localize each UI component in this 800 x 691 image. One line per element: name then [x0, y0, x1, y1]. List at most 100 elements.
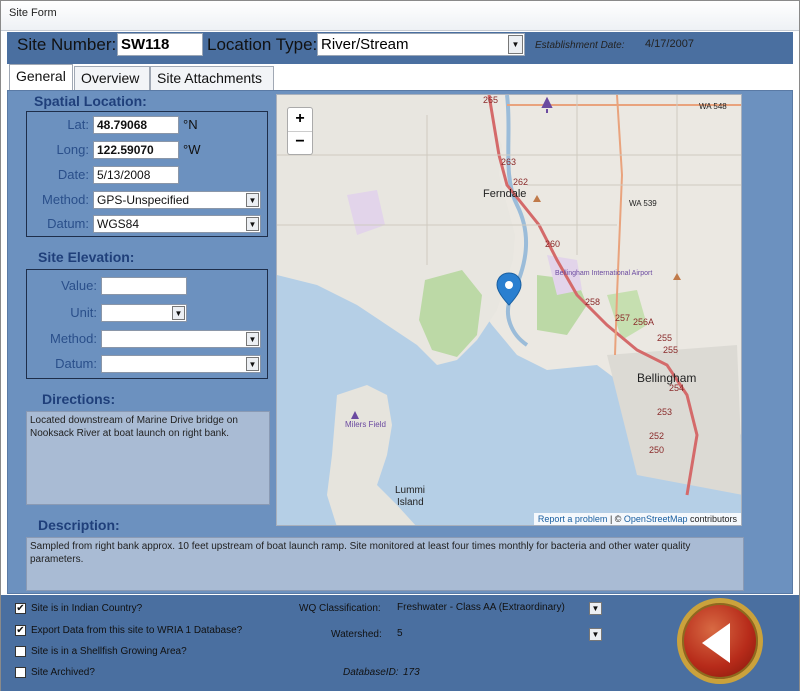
exit-253: 253: [657, 407, 672, 417]
database-id-label: DatabaseID:: [343, 667, 399, 678]
site-number-input[interactable]: SW118: [117, 33, 203, 56]
attribution-tail: contributors: [687, 514, 737, 524]
exit-256a: 256A: [633, 317, 654, 327]
label-milers-field: Milers Field: [345, 420, 386, 429]
location-type-label: Location Type:: [207, 35, 318, 54]
datum-label: Datum:: [47, 216, 89, 231]
watershed-select[interactable]: 5 ▼: [395, 627, 603, 643]
date-input[interactable]: 5/13/2008: [93, 166, 179, 184]
elevation-method-select[interactable]: ▼: [101, 330, 261, 348]
elevation-datum-select[interactable]: ▼: [101, 355, 261, 373]
location-type-value: River/Stream: [321, 36, 409, 53]
shellfish-label: Site is in a Shellfish Growing Area?: [31, 646, 187, 657]
database-id-value: 173: [403, 667, 420, 678]
attribution-separator: | ©: [607, 514, 624, 524]
site-number-label: Site Number:: [17, 35, 117, 54]
wq-classification-value: Freshwater - Class AA (Extraordinary): [397, 602, 565, 613]
label-ferndale: Ferndale: [483, 188, 526, 200]
spatial-location-title: Spatial Location:: [34, 93, 147, 109]
export-data-label: Export Data from this site to WRIA 1 Dat…: [31, 625, 243, 636]
lat-label: Lat:: [67, 117, 89, 132]
exit-260: 260: [545, 239, 560, 249]
exit-255b: 255: [663, 345, 678, 355]
tab-site-attachments[interactable]: Site Attachments: [150, 66, 274, 90]
chevron-down-icon[interactable]: ▼: [246, 357, 259, 371]
location-type-select[interactable]: River/Stream ▼: [317, 33, 525, 56]
elevation-unit-select[interactable]: ▼: [101, 304, 187, 322]
datum-select[interactable]: WGS84 ▼: [93, 215, 261, 233]
long-label: Long:: [56, 142, 89, 157]
tab-overview[interactable]: Overview: [74, 66, 150, 90]
description-textarea[interactable]: Sampled from right bank approx. 10 feet …: [26, 537, 744, 591]
shellfish-checkbox[interactable]: [15, 646, 26, 657]
exit-257: 257: [615, 313, 630, 323]
label-lummi: Lummi: [395, 485, 425, 496]
zoom-controls: + −: [287, 107, 313, 155]
directions-textarea[interactable]: Located downstream of Marine Drive bridg…: [26, 411, 270, 505]
window-titlebar: Site Form: [1, 1, 799, 31]
general-panel: Spatial Location: Lat: 48.79068 °N Long:…: [7, 90, 793, 594]
label-wa539: WA 539: [629, 199, 657, 208]
establishment-date-value: 4/17/2007: [645, 38, 694, 50]
back-button[interactable]: [677, 598, 763, 684]
archived-checkbox[interactable]: [15, 667, 26, 678]
method-label: Method:: [42, 192, 89, 207]
label-bellingham: Bellingham: [637, 371, 696, 385]
wq-classification-label: WQ Classification:: [299, 603, 381, 614]
back-arrow-icon: [702, 623, 730, 663]
report-problem-link[interactable]: Report a problem: [538, 514, 608, 524]
chevron-down-icon[interactable]: ▼: [589, 628, 602, 641]
elevation-value-input[interactable]: [101, 277, 187, 295]
indian-country-checkbox[interactable]: ✔: [15, 603, 26, 614]
description-title: Description:: [38, 517, 120, 533]
elevation-value-label: Value:: [61, 278, 97, 293]
lat-input[interactable]: 48.79068: [93, 116, 179, 134]
indian-country-label: Site is in Indian Country?: [31, 603, 143, 614]
tab-bar: General Overview Site Attachments: [7, 64, 793, 90]
elevation-datum-label: Datum:: [55, 356, 97, 371]
label-airport: Bellingham International Airport: [555, 270, 652, 277]
export-data-checkbox[interactable]: ✔: [15, 625, 26, 636]
zoom-in-button[interactable]: +: [288, 108, 312, 132]
chevron-down-icon[interactable]: ▼: [172, 306, 185, 320]
lat-unit: °N: [183, 117, 198, 132]
establishment-date-label: Establishment Date:: [535, 40, 625, 51]
elevation-method-label: Method:: [50, 331, 97, 346]
directions-title: Directions:: [42, 391, 116, 407]
long-input[interactable]: 122.59070: [93, 141, 179, 159]
exit-250: 250: [649, 445, 664, 455]
chevron-down-icon[interactable]: ▼: [508, 35, 523, 54]
site-form-window: Site Form Site Number: SW118 Location Ty…: [0, 0, 800, 691]
label-island: Island: [397, 497, 424, 508]
method-value: GPS-Unspecified: [97, 193, 190, 207]
site-elevation-title: Site Elevation:: [38, 249, 135, 265]
chevron-down-icon[interactable]: ▼: [246, 193, 259, 207]
exit-255a: 255: [657, 333, 672, 343]
tab-general[interactable]: General: [9, 64, 73, 90]
site-elevation-box: Value: Unit: ▼ Method: ▼ Datum: ▼: [26, 269, 268, 379]
exit-254: 254: [669, 383, 684, 393]
method-select[interactable]: GPS-Unspecified ▼: [93, 191, 261, 209]
wq-classification-select[interactable]: Freshwater - Class AA (Extraordinary) ▼: [395, 601, 603, 617]
elevation-unit-label: Unit:: [70, 305, 97, 320]
openstreetmap-link[interactable]: OpenStreetMap: [624, 514, 688, 524]
watershed-value: 5: [397, 628, 403, 639]
exit-252: 252: [649, 431, 664, 441]
exit-262: 262: [513, 177, 528, 187]
datum-value: WGS84: [97, 217, 140, 231]
label-wa548: WA 548: [699, 102, 727, 111]
chevron-down-icon[interactable]: ▼: [246, 332, 259, 346]
map-attribution: Report a problem | © OpenStreetMap contr…: [533, 513, 741, 525]
spatial-location-box: Lat: 48.79068 °N Long: 122.59070 °W Date…: [26, 111, 268, 237]
chevron-down-icon[interactable]: ▼: [589, 602, 602, 615]
exit-265: 265: [483, 95, 498, 105]
date-label: Date:: [57, 167, 89, 182]
header-bar: Site Number: SW118 Location Type: River/…: [7, 32, 793, 64]
map-view[interactable]: Ferndale Bellingham Lummi Island Milers …: [276, 94, 742, 526]
chevron-down-icon[interactable]: ▼: [246, 217, 259, 231]
zoom-out-button[interactable]: −: [288, 132, 312, 154]
exit-263: 263: [501, 157, 516, 167]
long-unit: °W: [183, 142, 201, 157]
exit-258: 258: [585, 297, 600, 307]
archived-label: Site Archived?: [31, 667, 95, 678]
